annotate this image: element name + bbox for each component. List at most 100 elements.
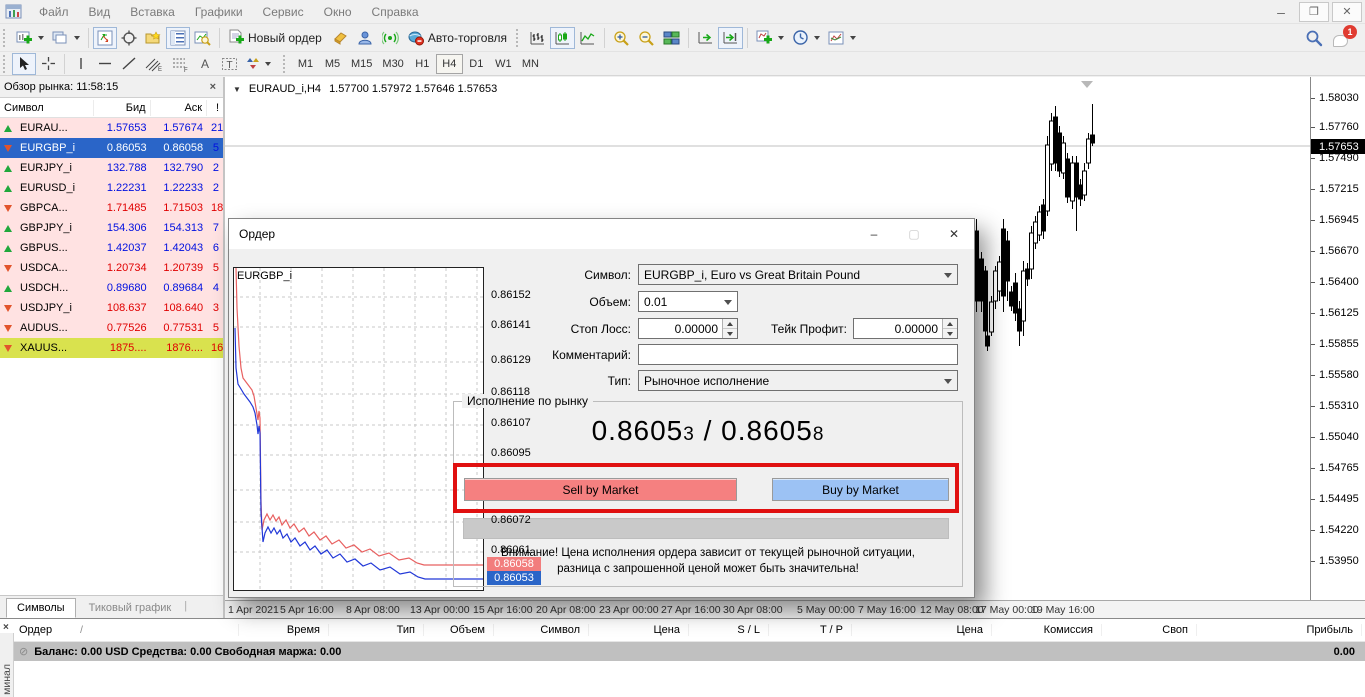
take-profit-input[interactable]: 0.00000	[853, 318, 958, 339]
market-watch-row[interactable]: USDJPY_i108.637108.6403	[0, 298, 223, 318]
text-tool-button[interactable]: A	[193, 53, 217, 75]
line-chart-button[interactable]	[575, 27, 600, 49]
volume-select[interactable]: 0.01	[638, 291, 738, 312]
new-chart-caret[interactable]	[38, 36, 44, 40]
vertical-line-tool-button[interactable]	[69, 53, 93, 75]
navigator-button[interactable]	[141, 27, 166, 49]
menu-item-Графики[interactable]: Графики	[185, 2, 253, 22]
terminal-column-6[interactable]: S / L	[689, 624, 769, 636]
search-icon[interactable]	[1305, 29, 1323, 47]
timeframe-M5[interactable]: M5	[319, 54, 346, 74]
window-restore-button[interactable]: ❐	[1299, 2, 1329, 22]
profiles-button[interactable]	[48, 27, 84, 49]
dialog-minimize-button[interactable]: –	[854, 219, 894, 249]
crosshair-tool-button[interactable]	[36, 53, 60, 75]
zoom-out-button[interactable]	[634, 27, 659, 49]
market-watch-tab-symbols[interactable]: Символы	[6, 598, 76, 618]
zoom-in-button[interactable]	[609, 27, 634, 49]
periods-caret[interactable]	[814, 36, 820, 40]
menu-item-Вставка[interactable]: Вставка	[120, 2, 185, 22]
market-watch-row[interactable]: EURGBP_i0.860530.860585	[0, 138, 223, 158]
menu-item-Вид[interactable]: Вид	[79, 2, 121, 22]
terminal-column-7[interactable]: T / P	[769, 624, 852, 636]
timeframe-H4[interactable]: H4	[436, 54, 463, 74]
toolbar-grip[interactable]	[283, 55, 288, 73]
arrows-tool-button[interactable]	[242, 53, 275, 75]
menu-item-Окно[interactable]: Окно	[314, 2, 362, 22]
market-watch-row[interactable]: EURJPY_i132.788132.7902	[0, 158, 223, 178]
profiles-caret[interactable]	[74, 36, 80, 40]
market-watch-row[interactable]: USDCH...0.896800.896844	[0, 278, 223, 298]
terminal-column-1[interactable]: Время	[239, 624, 329, 636]
order-type-select[interactable]: Рыночное исполнение	[638, 370, 958, 391]
column-spread[interactable]: !	[207, 100, 223, 116]
market-watch-row[interactable]: USDCA...1.207341.207395	[0, 258, 223, 278]
terminal-column-10[interactable]: Своп	[1102, 624, 1197, 636]
market-watch-close-icon[interactable]: ×	[207, 81, 219, 93]
menu-item-Сервис[interactable]: Сервис	[253, 2, 314, 22]
text-label-tool-button[interactable]: T	[217, 53, 242, 75]
menu-item-Справка[interactable]: Справка	[362, 2, 429, 22]
cursor-tool-button[interactable]	[12, 53, 36, 75]
strategy-tester-button[interactable]	[190, 27, 215, 49]
timeframe-D1[interactable]: D1	[463, 54, 490, 74]
indicators-button[interactable]	[752, 27, 788, 49]
window-minimize-button[interactable]: –	[1266, 2, 1296, 22]
dialog-close-button[interactable]: ✕	[934, 219, 974, 249]
column-bid[interactable]: Бид	[94, 100, 151, 116]
market-watch-row[interactable]: GBPUS...1.420371.420436	[0, 238, 223, 258]
balance-row[interactable]: ⊘ Баланс: 0.00 USD Средства: 0.00 Свобод…	[14, 642, 1365, 661]
indicators-caret[interactable]	[778, 36, 784, 40]
comment-input[interactable]	[638, 344, 958, 365]
trendline-tool-button[interactable]	[117, 53, 141, 75]
column-symbol[interactable]: Символ	[0, 100, 94, 116]
order-dialog-titlebar[interactable]: Ордер – ▢ ✕	[229, 219, 974, 249]
metaeditor-button[interactable]	[328, 27, 353, 49]
timeframe-W1[interactable]: W1	[490, 54, 517, 74]
time-scale[interactable]: 1 Apr 20215 Apr 16:008 Apr 08:0013 Apr 0…	[225, 600, 1365, 618]
equidistant-channel-tool-button[interactable]: E	[141, 53, 167, 75]
terminal-column-5[interactable]: Цена	[589, 624, 689, 636]
take-profit-decrement-button[interactable]	[943, 329, 957, 338]
chart-collapse-icon[interactable]: ▼	[233, 85, 241, 94]
terminal-column-0[interactable]: Ордер/	[14, 624, 239, 636]
market-watch-tab-tick-chart[interactable]: Тиковый график	[78, 598, 183, 618]
data-window-button[interactable]	[117, 27, 141, 49]
terminal-column-9[interactable]: Комиссия	[992, 624, 1102, 636]
timeframe-M30[interactable]: M30	[377, 54, 408, 74]
timeframe-M15[interactable]: M15	[346, 54, 377, 74]
new-order-button[interactable]: Новый ордер	[224, 27, 328, 49]
sell-by-market-button[interactable]: Sell by Market	[464, 478, 737, 501]
chart-shift-button[interactable]	[718, 27, 743, 49]
notifications-icon[interactable]: 1	[1333, 29, 1355, 47]
tile-windows-button[interactable]	[659, 27, 684, 49]
autoscroll-button[interactable]	[693, 27, 718, 49]
toolbar-grip[interactable]	[516, 29, 521, 47]
toolbar-grip[interactable]	[3, 29, 8, 47]
price-scale[interactable]: 1.580301.577601.574901.572151.569451.566…	[1310, 77, 1365, 600]
market-watch-row[interactable]: EURAU...1.576531.5767421	[0, 118, 223, 138]
terminal-column-11[interactable]: Прибыль	[1197, 624, 1362, 636]
horizontal-line-tool-button[interactable]	[93, 53, 117, 75]
symbol-select[interactable]: EURGBP_i, Euro vs Great Britain Pound	[638, 264, 958, 285]
terminal-column-8[interactable]: Цена	[852, 624, 992, 636]
new-chart-button[interactable]	[12, 27, 48, 49]
candlestick-button[interactable]	[550, 27, 575, 49]
column-ask[interactable]: Аск	[151, 100, 208, 116]
signals-button[interactable]	[378, 27, 403, 49]
timeframe-H1[interactable]: H1	[409, 54, 436, 74]
timeframe-M1[interactable]: M1	[292, 54, 319, 74]
autotrade-button[interactable]: Авто-торговля	[403, 27, 513, 49]
community-button[interactable]	[353, 27, 378, 49]
terminal-column-2[interactable]: Тип	[329, 624, 424, 636]
periods-button[interactable]	[788, 27, 824, 49]
arrows-caret[interactable]	[265, 62, 271, 66]
menu-item-Файл[interactable]: Файл	[29, 2, 79, 22]
window-close-button[interactable]: ✕	[1332, 2, 1362, 22]
take-profit-increment-button[interactable]	[943, 319, 957, 329]
terminal-column-4[interactable]: Символ	[494, 624, 589, 636]
market-watch-toggle[interactable]	[93, 27, 117, 49]
templates-caret[interactable]	[850, 36, 856, 40]
market-watch-row[interactable]: GBPCA...1.714851.7150318	[0, 198, 223, 218]
terminal-toggle[interactable]	[166, 27, 190, 49]
